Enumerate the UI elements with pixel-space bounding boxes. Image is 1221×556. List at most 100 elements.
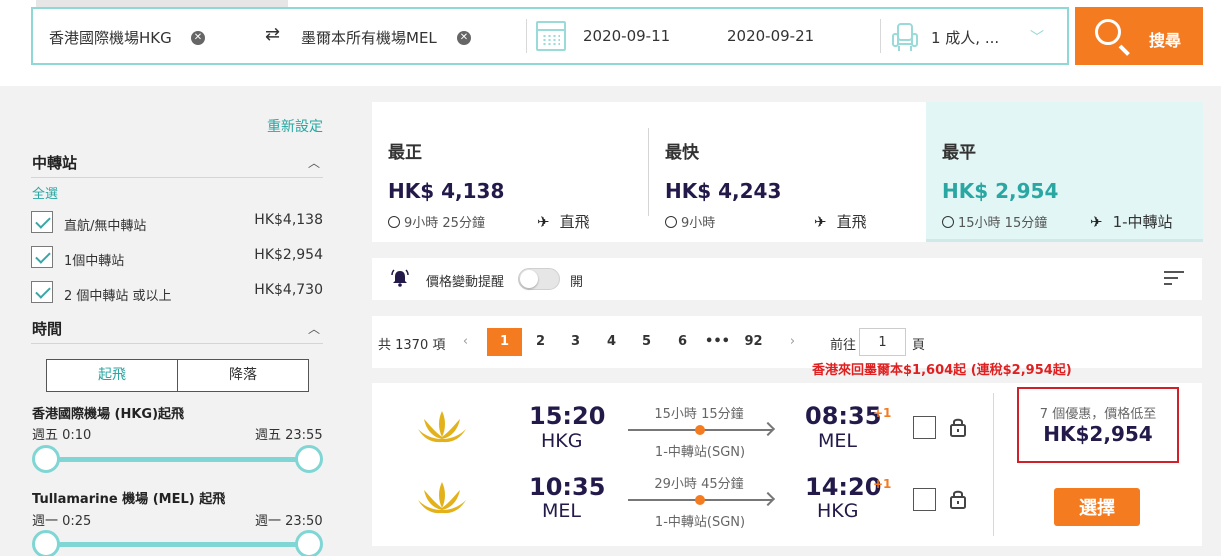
stop-option-two-plus[interactable]: 2 個中轉站 或以上 HK$4,730	[31, 281, 323, 305]
lock-icon[interactable]	[950, 489, 966, 509]
range-start: 週一 0:25	[32, 514, 92, 529]
summary-price: HK$ 4,138	[388, 179, 505, 203]
summary-best[interactable]: 最正 HK$ 4,138 9小時 25分鐘 ✈ 直飛	[372, 102, 649, 242]
airport-range-title: 香港國際機場 (HKG)起飛	[32, 407, 185, 422]
flight-result-card: 15:20 HKG 15小時 15分鐘 1-中轉站(SGN) 08:35 +1 …	[372, 383, 1202, 546]
sort-icon[interactable]	[1164, 271, 1184, 287]
calendar-icon[interactable]	[536, 21, 566, 51]
summary-duration: 9小時 25分鐘	[388, 212, 485, 231]
depart-time: 15:20	[529, 402, 606, 430]
divider	[880, 19, 881, 53]
promo-banner: 香港來回墨爾本$1,604起 (連稅$2,954起)	[812, 363, 1072, 378]
stop-option-price: HK$2,954	[254, 247, 323, 263]
price-alert-toggle[interactable]	[518, 268, 560, 290]
clear-destination-icon[interactable]: ✕	[457, 31, 471, 45]
airline-logo-icon	[418, 482, 466, 514]
slider-handle-end[interactable]	[295, 530, 323, 556]
price-alert-label: 價格變動提醒	[426, 275, 505, 290]
page-6[interactable]: 6	[665, 328, 700, 356]
summary-duration: 15小時 15分鐘	[942, 212, 1047, 231]
divider	[526, 19, 527, 53]
stop-option-price: HK$4,138	[254, 212, 323, 228]
plane-icon: ✈	[814, 213, 827, 231]
page-92[interactable]: 92	[736, 328, 771, 356]
pagination: 共 1370 項 ‹ 1 2 3 4 5 6 ••• 92 › 前往 頁	[372, 316, 1202, 368]
compare-checkbox[interactable]	[913, 416, 936, 439]
depart-airport: MEL	[542, 500, 581, 522]
range-end: 週五 23:55	[255, 428, 323, 443]
stop-info: 1-中轉站(SGN)	[654, 515, 746, 530]
page-2[interactable]: 2	[523, 328, 558, 356]
tab-departure[interactable]: 起飛	[47, 360, 178, 391]
stop-info: 1-中轉站(SGN)	[654, 445, 746, 460]
reset-link[interactable]: 重新設定	[267, 116, 323, 136]
tab-arrival[interactable]: 降落	[178, 360, 308, 391]
slider-handle-start[interactable]	[32, 530, 60, 556]
origin-field[interactable]: 香港國際機場HKG	[49, 27, 172, 48]
slider-handle-start[interactable]	[32, 445, 60, 473]
depart-date-field[interactable]: 2020-09-11	[583, 27, 670, 45]
price-alert-bar: 價格變動提醒 開	[372, 258, 1202, 300]
page-5[interactable]: 5	[629, 328, 664, 356]
stop-option-nonstop[interactable]: 直航/無中轉站 HK$4,138	[31, 211, 323, 235]
page-1[interactable]: 1	[487, 328, 522, 356]
chevron-up-icon[interactable]: ︿	[308, 320, 320, 337]
checkbox-checked[interactable]	[31, 246, 53, 268]
summary-fastest[interactable]: 最快 HK$ 4,243 9小時 ✈ 直飛	[649, 102, 926, 242]
divider	[993, 393, 994, 536]
depart-airport: HKG	[541, 430, 583, 452]
passengers-field[interactable]: 1 成人, ...	[931, 27, 999, 48]
airport-range-title: Tullamarine 機場 (MEL) 起飛	[32, 492, 226, 507]
summary-price: HK$ 4,243	[665, 179, 782, 203]
swap-icon[interactable]: ⇄	[265, 24, 280, 45]
compare-checkbox[interactable]	[913, 488, 936, 511]
plane-icon: ✈	[537, 213, 550, 231]
stop-option-label: 直航/無中轉站	[64, 219, 147, 234]
result-count: 共 1370 項	[378, 338, 446, 353]
clock-icon	[942, 216, 954, 228]
summary-stops: ✈ 直飛	[814, 213, 867, 231]
active-indicator	[926, 239, 1203, 242]
page-3[interactable]: 3	[558, 328, 593, 356]
day-offset: +1	[873, 477, 892, 491]
route-line	[628, 425, 772, 435]
next-page-icon[interactable]: ›	[775, 328, 810, 356]
checkbox-checked[interactable]	[31, 211, 53, 233]
time-range-slider[interactable]	[32, 530, 323, 556]
select-flight-button[interactable]: 選擇	[1054, 488, 1140, 526]
chevron-down-icon[interactable]: ﹀	[1030, 27, 1044, 47]
time-range-slider[interactable]	[32, 445, 323, 473]
stop-option-price: HK$4,730	[254, 282, 323, 298]
top-search-bar: 香港國際機場HKG ✕ ⇄ 墨爾本所有機場MEL ✕ 2020-09-11 20…	[0, 0, 1221, 86]
page-ellipsis[interactable]: •••	[700, 328, 735, 356]
prev-page-icon[interactable]: ‹	[448, 328, 483, 356]
summary-cheapest[interactable]: 最平 HK$ 2,954 15小時 15分鐘 ✈ 1-中轉站	[926, 102, 1203, 242]
search-button[interactable]: 搜尋	[1075, 7, 1203, 65]
search-icon	[1095, 19, 1121, 45]
stop-option-one-stop[interactable]: 1個中轉站 HK$2,954	[31, 246, 323, 270]
summary-duration: 9小時	[665, 212, 715, 231]
summary-stops: ✈ 直飛	[537, 213, 590, 231]
stop-option-label: 1個中轉站	[64, 254, 125, 269]
summary-stops: ✈ 1-中轉站	[1090, 213, 1173, 231]
destination-field[interactable]: 墨爾本所有機場MEL	[301, 27, 437, 48]
slider-handle-end[interactable]	[295, 445, 323, 473]
lock-icon[interactable]	[950, 417, 966, 437]
checkbox-checked[interactable]	[31, 281, 53, 303]
clear-origin-icon[interactable]: ✕	[191, 31, 205, 45]
stops-section-title: 中轉站	[32, 154, 78, 172]
range-start: 週五 0:10	[32, 428, 92, 443]
summary-cards: 最正 HK$ 4,138 9小時 25分鐘 ✈ 直飛 最快 HK$ 4,243 9…	[372, 102, 1203, 242]
summary-title: 最正	[388, 143, 422, 163]
page-4[interactable]: 4	[594, 328, 629, 356]
toggle-state-label: 開	[570, 275, 584, 290]
chevron-up-icon[interactable]: ︿	[308, 154, 320, 171]
arrive-airport: HKG	[817, 500, 859, 522]
summary-title: 最快	[665, 143, 699, 163]
select-all-link[interactable]: 全選	[32, 183, 58, 202]
section-divider	[31, 343, 323, 344]
return-date-field[interactable]: 2020-09-21	[727, 27, 814, 45]
filter-panel: 重新設定 中轉站 ︿ 全選 直航/無中轉站 HK$4,138 1個中轉站 HK$…	[0, 86, 340, 556]
goto-page-input[interactable]	[859, 328, 906, 356]
summary-price: HK$ 2,954	[942, 179, 1059, 203]
